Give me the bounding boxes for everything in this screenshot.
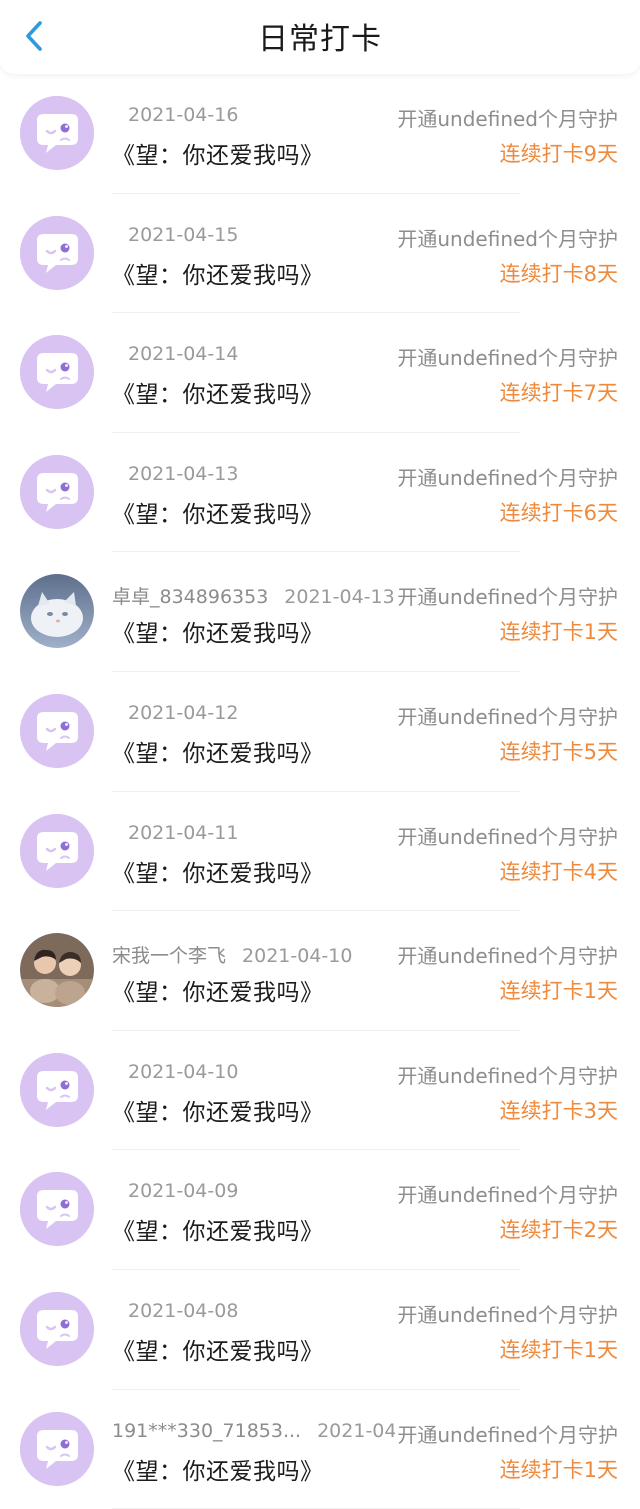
checkin-date: 2021-04-08 <box>128 1299 239 1322</box>
song-title: 《望：你还爱我吗》 <box>112 1099 324 1126</box>
entry-meta: 2021-04-12 <box>112 702 238 724</box>
default-avatar-icon[interactable] <box>20 1052 94 1127</box>
checkin-row[interactable]: 2021-04-08 《望：你还爱我吗》 开通undefined个月守护连续打卡1天 <box>0 1270 640 1390</box>
checkin-row[interactable]: 2021-04-12 《望：你还爱我吗》 开通undefined个月守护连续打卡5天 <box>0 672 640 792</box>
default-avatar-icon[interactable] <box>20 1411 94 1486</box>
guard-status: 开通undefined个月守护 <box>395 820 618 850</box>
checkin-row[interactable]: 2021-04-14 《望：你还爱我吗》 开通undefined个月守护连续打卡7天 <box>0 313 640 433</box>
entry-meta: 2021-04-08 <box>112 1300 238 1322</box>
checkin-row[interactable]: 191***330_71853... 2021-04-07 《望：你还爱我吗》 开通u… <box>0 1390 640 1509</box>
streak-badge: 连续打卡7天 <box>499 381 618 406</box>
checkin-date: 2021-04-09 <box>128 1180 239 1203</box>
streak-badge: 连续打卡2天 <box>499 1218 618 1243</box>
checkin-row[interactable]: 宋我一个李飞 2021-04-10 《望：你还爱我吗》 开通undefined个月守护… <box>0 911 640 1031</box>
default-avatar-icon[interactable] <box>20 215 94 290</box>
user-avatar[interactable] <box>20 933 94 1008</box>
checkin-date: 2021-04-11 <box>128 821 239 844</box>
checkin-row[interactable]: 2021-04-11 《望：你还爱我吗》 开通undefined个月守护连续打卡4天 <box>0 792 640 912</box>
page-title: 日常打卡 <box>258 22 382 57</box>
entry-meta: 2021-04-14 <box>112 343 238 365</box>
song-title: 《望：你还爱我吗》 <box>112 860 324 887</box>
song-title: 《望：你还爱我吗》 <box>112 621 324 648</box>
checkin-row[interactable]: 卓卓_834896353 2021-04-13 《望：你还爱我吗》 开通undefin… <box>0 552 640 672</box>
entry-meta: 卓卓_834896353 2021-04-13 <box>112 582 395 609</box>
streak-badge: 连续打卡1天 <box>499 1337 618 1362</box>
song-title: 《望：你还爱我吗》 <box>112 980 324 1007</box>
checkin-row[interactable]: 2021-04-16 《望：你还爱我吗》 开通undefined个月守护连续打卡9天 <box>0 74 640 194</box>
checkin-date: 2021-04-13 <box>128 462 239 485</box>
streak-badge: 连续打卡9天 <box>499 142 618 166</box>
guard-status: 开通undefined个月守护 <box>395 1298 618 1328</box>
default-avatar-icon[interactable] <box>20 1172 94 1247</box>
checkin-list: 2021-04-16 《望：你还爱我吗》 开通undefined个月守护 连续打卡9天… <box>0 74 640 1509</box>
checkin-row[interactable]: 2021-04-15 《望：你还爱我吗》 开通undefined个月守护连续打卡8天 <box>0 194 640 314</box>
checkin-date: 2021-04-12 <box>128 701 239 724</box>
streak-badge: 连续打卡8天 <box>499 261 618 286</box>
song-title: 《望：你还爱我吗》 <box>112 382 324 409</box>
guard-status: 开通undefined个月守护 <box>395 342 618 372</box>
guard-status: 开通undefined个月守护 <box>395 103 618 132</box>
streak-badge: 连续打卡3天 <box>499 1098 618 1123</box>
streak-badge: 连续打卡1天 <box>499 1457 618 1482</box>
song-title: 《望：你还爱我吗》 <box>112 143 324 169</box>
song-title: 《望：你还爱我吗》 <box>112 262 324 289</box>
guard-status: 开通undefined个月守护 <box>395 700 618 730</box>
default-avatar-icon[interactable] <box>20 693 94 768</box>
checkin-row[interactable]: 2021-04-10 《望：你还爱我吗》 开通undefined个月守护连续打卡3天 <box>0 1031 640 1151</box>
song-title: 《望：你还爱我吗》 <box>112 740 324 767</box>
guard-status: 开通undefined个月守护 <box>395 1179 618 1209</box>
default-avatar-icon[interactable] <box>20 454 94 529</box>
checkin-row[interactable]: 2021-04-13 《望：你还爱我吗》 开通undefined个月守护连续打卡6天 <box>0 433 640 553</box>
streak-badge: 连续打卡4天 <box>499 859 618 884</box>
header-bar: 日常打卡 <box>0 0 640 74</box>
streak-badge: 连续打卡5天 <box>499 739 618 764</box>
entry-meta: 2021-04-13 <box>112 463 238 485</box>
guard-status: 开通undefined个月守护 <box>395 222 618 252</box>
entry-meta: 191***330_71853... 2021-04-07 <box>112 1420 428 1442</box>
entry-meta: 2021-04-16 <box>112 104 238 126</box>
streak-badge: 连续打卡1天 <box>499 979 618 1004</box>
default-avatar-icon[interactable] <box>20 335 94 410</box>
song-title: 《望：你还爱我吗》 <box>112 501 324 528</box>
entry-meta: 2021-04-10 <box>112 1061 238 1083</box>
song-title: 《望：你还爱我吗》 <box>112 1458 324 1485</box>
checkin-date: 2021-04-10 <box>242 945 353 968</box>
default-avatar-icon[interactable] <box>20 1291 94 1366</box>
guard-status: 开通undefined个月守护 <box>395 581 618 611</box>
checkin-date: 2021-04-16 <box>128 104 239 126</box>
username[interactable]: 宋我一个李飞 <box>112 945 226 967</box>
default-avatar-icon[interactable] <box>20 96 94 170</box>
default-avatar-icon[interactable] <box>20 813 94 888</box>
guard-status: 开通undefined个月守护 <box>395 940 618 970</box>
guard-status: 开通undefined个月守护 <box>395 461 618 491</box>
song-title: 《望：你还爱我吗》 <box>112 1219 324 1246</box>
streak-badge: 连续打卡1天 <box>499 620 618 645</box>
entry-meta: 2021-04-15 <box>112 224 238 246</box>
checkin-date: 2021-04-15 <box>128 223 239 246</box>
username[interactable]: 卓卓_834896353 <box>112 586 268 608</box>
user-avatar[interactable] <box>20 574 94 649</box>
checkin-date: 2021-04-14 <box>128 343 239 366</box>
streak-badge: 连续打卡6天 <box>499 500 618 525</box>
song-title: 《望：你还爱我吗》 <box>112 1338 324 1365</box>
entry-meta: 2021-04-11 <box>112 822 238 844</box>
guard-status: 开通undefined个月守护 <box>395 1418 618 1448</box>
username[interactable]: 191***330_71853... <box>112 1420 301 1442</box>
guard-status: 开通undefined个月守护 <box>395 1059 618 1089</box>
checkin-date: 2021-04-10 <box>128 1060 239 1083</box>
checkin-row[interactable]: 2021-04-09 《望：你还爱我吗》 开通undefined个月守护连续打卡2天 <box>0 1150 640 1270</box>
entry-meta: 宋我一个李飞 2021-04-10 <box>112 941 352 968</box>
entry-meta: 2021-04-09 <box>112 1180 238 1202</box>
checkin-date: 2021-04-13 <box>284 586 395 609</box>
